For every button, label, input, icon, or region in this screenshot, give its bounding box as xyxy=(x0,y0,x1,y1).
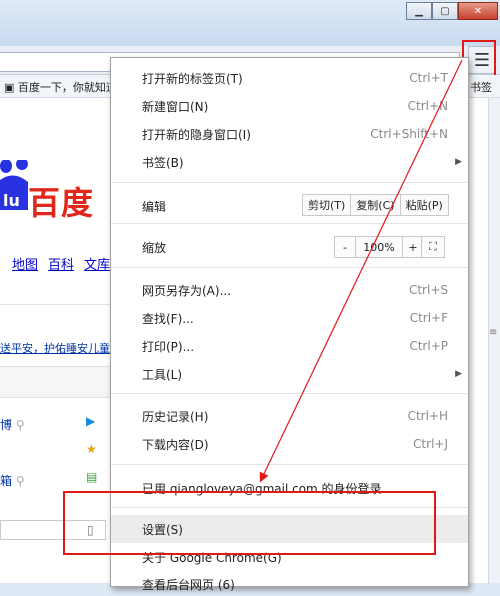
window-controls: ▁ ▢ ✕ xyxy=(406,2,498,20)
menu-item-incognito[interactable]: 打开新的隐身窗口(I) Ctrl+Shift+N xyxy=(142,122,462,146)
zoom-out-button[interactable]: - xyxy=(335,237,355,257)
menu-item-background-pages[interactable]: 查看后台网页 (6) xyxy=(142,572,462,596)
news-link[interactable]: 送平安，护佑睡安儿童 xyxy=(0,340,110,356)
menu-separator xyxy=(111,393,468,394)
menu-separator xyxy=(111,267,468,268)
baidu-paw-logo-icon: lu xyxy=(0,160,28,210)
baidu-nav-links: 地图 百科 文库 xyxy=(12,254,110,273)
menu-item-find[interactable]: 查找(F)... Ctrl+F xyxy=(142,306,462,330)
bookmark-favicon-icon: ▣ xyxy=(4,81,15,94)
submenu-arrow-icon: ▶ xyxy=(455,369,462,379)
minimize-icon[interactable]: ▁ xyxy=(406,2,432,20)
zoom-level-value: 100% xyxy=(355,237,402,257)
nav-link-map[interactable]: 地图 xyxy=(12,254,38,273)
close-icon[interactable]: ✕ xyxy=(458,2,498,20)
page-divider xyxy=(0,304,110,305)
star-icon[interactable]: ★ xyxy=(86,442,97,456)
settings-highlight-box xyxy=(63,491,436,555)
menu-item-bookmarks[interactable]: 书签(B) ▶ xyxy=(142,150,462,174)
menu-separator xyxy=(111,464,468,465)
menu-item-history[interactable]: 历史记录(H) Ctrl+H xyxy=(142,404,462,428)
submenu-arrow-icon: ▶ xyxy=(455,157,462,167)
page-strip xyxy=(0,366,110,398)
nav-link-wenku[interactable]: 文库 xyxy=(84,254,110,273)
nav-link-baike[interactable]: 百科 xyxy=(48,254,74,273)
link-chain-icon: ⚲ xyxy=(15,474,25,488)
menu-item-tools[interactable]: 工具(L) ▶ xyxy=(142,362,462,386)
page-scrollbar[interactable] xyxy=(488,98,500,583)
link-chain-icon: ⚲ xyxy=(15,418,25,432)
link-weibo[interactable]: 博 ⚲ xyxy=(0,416,25,433)
menu-item-save-as[interactable]: 网页另存为(A)... Ctrl+S xyxy=(142,278,462,302)
fullscreen-icon[interactable]: ⛶ xyxy=(421,236,445,258)
zoom-in-button[interactable]: + xyxy=(402,237,423,257)
maximize-icon[interactable]: ▢ xyxy=(432,2,458,20)
svg-text:lu: lu xyxy=(3,191,20,210)
video-play-icon[interactable]: ▶ xyxy=(86,414,95,428)
menu-item-new-tab[interactable]: 打开新的标签页(T) Ctrl+T xyxy=(142,66,462,90)
paste-button[interactable]: 粘贴(P) xyxy=(399,195,448,215)
menu-separator xyxy=(111,223,468,224)
cut-button[interactable]: 剪切(T) xyxy=(303,195,350,215)
menu-separator xyxy=(111,182,468,183)
scrollbar-grip-icon[interactable]: ≡ xyxy=(489,327,497,338)
edit-button-group: 剪切(T) 复制(C) 粘贴(P) xyxy=(302,194,449,216)
zoom-control-group: - 100% + xyxy=(334,236,424,258)
bookmarks-folder[interactable]: 书签 xyxy=(470,79,492,95)
menu-item-print[interactable]: 打印(P)... Ctrl+P xyxy=(142,334,462,358)
baidu-logo-text: 百度 xyxy=(28,184,95,222)
copy-button[interactable]: 复制(C) xyxy=(350,195,399,215)
app-icon[interactable]: ▤ xyxy=(86,470,97,484)
menu-item-downloads[interactable]: 下载内容(D) Ctrl+J xyxy=(142,432,462,456)
bookmark-item-baidu[interactable]: ▣ 百度一下，你就知道 xyxy=(4,79,117,95)
menu-item-new-window[interactable]: 新建窗口(N) Ctrl+N xyxy=(142,94,462,118)
link-mailbox[interactable]: 箱 ⚲ xyxy=(0,472,25,489)
